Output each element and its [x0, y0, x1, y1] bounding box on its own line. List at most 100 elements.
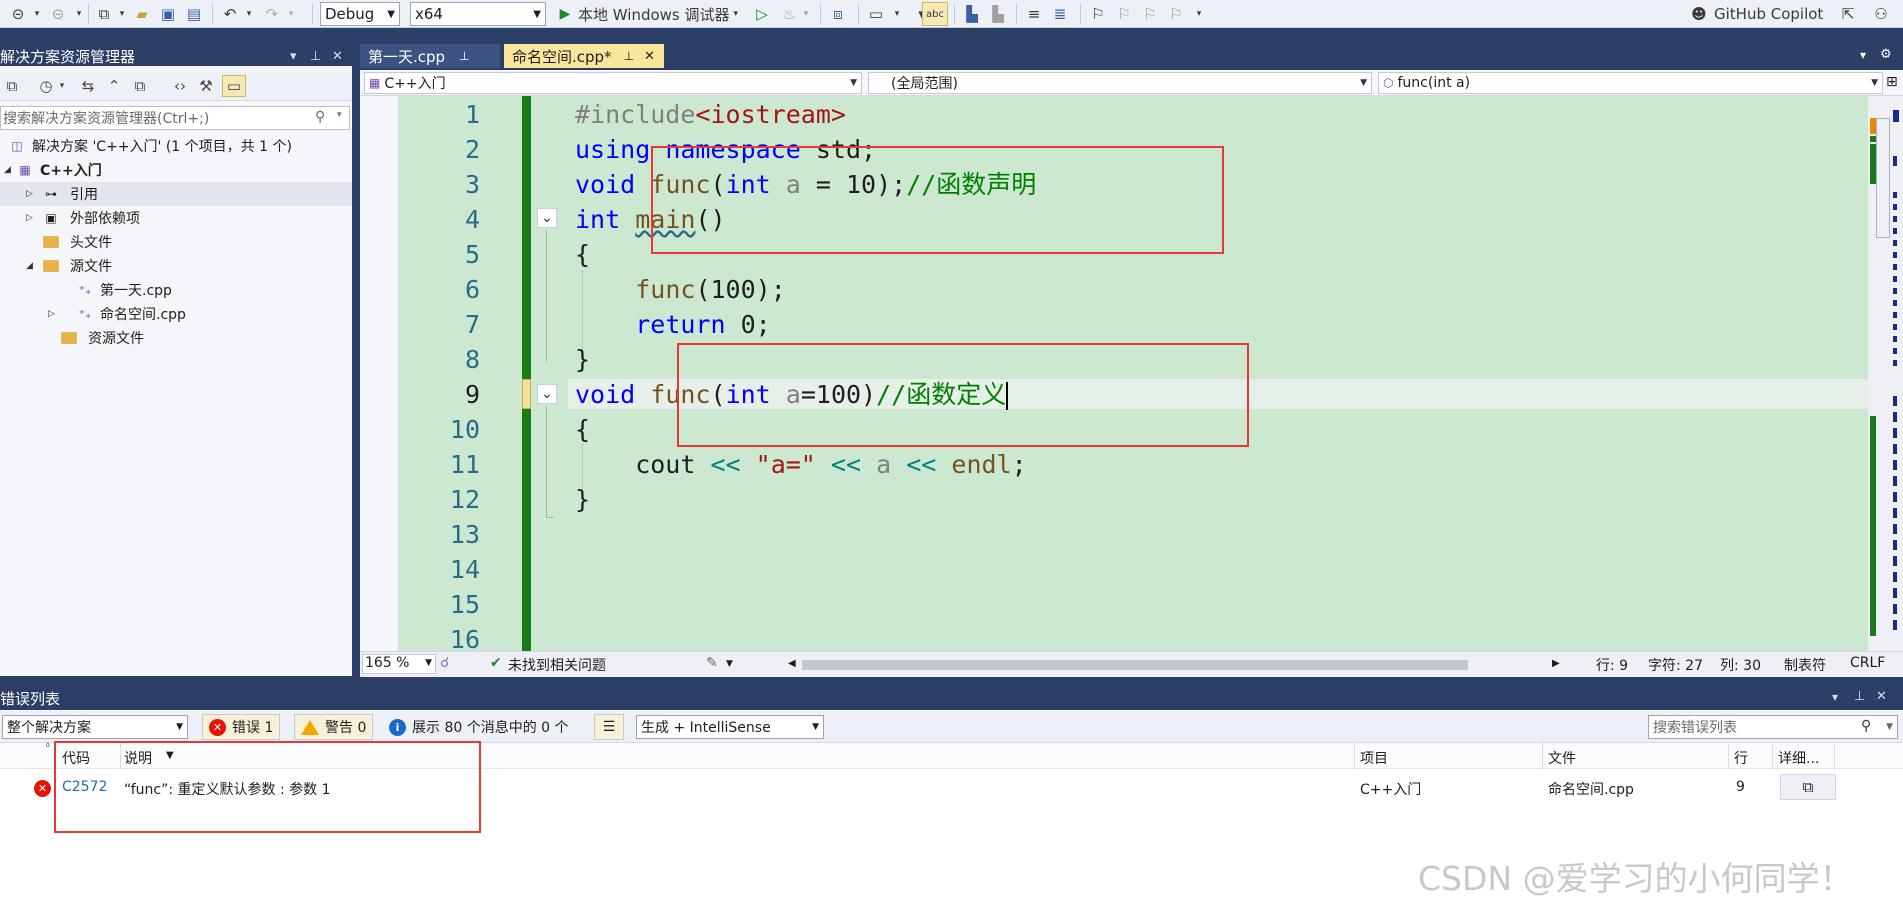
new-project-icon[interactable]: ⧉ [92, 2, 116, 26]
tree-item-headers[interactable]: 头文件 [38, 230, 112, 254]
build-filter-select[interactable]: 生成 + IntelliSense ▼ [636, 715, 824, 739]
member-select[interactable]: ⬡ func(int a) ▼ [1378, 72, 1883, 94]
step-over-icon[interactable]: ▙ [986, 2, 1010, 26]
collapsed-icon[interactable]: ▷ [26, 213, 38, 223]
warnings-filter-button[interactable]: 警告 0 [294, 714, 374, 740]
collapsed-icon[interactable]: ▷ [26, 189, 38, 199]
run-debugger-button[interactable]: 本地 Windows 调试器 ▾ [578, 2, 748, 26]
search-icon[interactable]: ⚲ [315, 109, 325, 125]
sync-view-icon[interactable]: ⧉ [2, 76, 22, 96]
code-view-icon[interactable]: ‹› [170, 76, 190, 96]
layout-icon[interactable]: ▭ [864, 2, 888, 26]
close-icon[interactable]: ✕ [1876, 689, 1887, 704]
open-folder-icon[interactable]: ▰ [130, 2, 154, 26]
redo-icon[interactable]: ↷ [260, 2, 284, 26]
zoom-select[interactable]: 165 % ▼ [362, 654, 436, 674]
line-endings[interactable]: CRLF [1850, 655, 1885, 671]
tree-item-project[interactable]: ◢ ▦ C++入门 [4, 158, 102, 182]
scope-filter-select[interactable]: 整个解决方案 ▼ [2, 715, 188, 739]
fold-toggle-icon[interactable]: ⌄ [537, 384, 557, 404]
tab-list-icon[interactable]: ▾ [1860, 48, 1866, 62]
scroll-left-icon[interactable]: ◀ [788, 658, 796, 669]
tree-item-resources[interactable]: 资源文件 [56, 326, 144, 350]
redo-dropdown-icon[interactable]: ▾ [284, 2, 298, 26]
tree-item-file-namespace[interactable]: ▷ ⁺₊ 命名空间.cpp [48, 302, 186, 326]
messages-filter-button[interactable]: i 展示 80 个消息中的 0 个 [382, 714, 576, 740]
undo-icon[interactable]: ↶ [218, 2, 242, 26]
pin-icon[interactable]: ⊥ [459, 49, 469, 63]
collapse-all-icon[interactable]: ⌃ [104, 76, 124, 96]
copilot-status-icon[interactable]: ☌ [440, 655, 449, 671]
back-dropdown-icon[interactable]: ▾ [30, 2, 44, 26]
comment-icon[interactable]: ≣ [1048, 2, 1072, 26]
cursor-line[interactable]: 行: 9 [1596, 655, 1628, 675]
start-without-debug-icon[interactable]: ▷ [752, 2, 772, 26]
cleanup-icon[interactable]: ✎ [706, 655, 718, 671]
solution-search-input[interactable]: 搜索解决方案资源管理器(Ctrl+;) ⚲ ▾ [0, 106, 350, 130]
forward-dropdown-icon[interactable]: ▾ [72, 2, 86, 26]
prev-bookmark-icon[interactable]: ⚐ [1112, 2, 1136, 26]
cursor-char[interactable]: 字符: 27 [1648, 655, 1703, 675]
column-details[interactable]: 详细... [1778, 748, 1819, 768]
vertical-scrollbar[interactable] [1868, 96, 1903, 651]
collapsed-icon[interactable]: ▷ [48, 309, 60, 319]
tree-item-file-day1[interactable]: ⁺₊ 第一天.cpp [76, 278, 172, 302]
sort-column-icon[interactable]: ⁰ [46, 743, 50, 753]
platform-select[interactable]: x64 ▼ [410, 2, 546, 26]
column-line[interactable]: 行 [1734, 748, 1748, 768]
pin-icon[interactable]: ⊥ [1854, 689, 1865, 704]
history-icon[interactable]: ◷ [36, 76, 56, 96]
issues-status[interactable]: 未找到相关问题 [508, 655, 606, 675]
tab-namespace-active[interactable]: 命名空间.cpp* ⊥ ✕ [504, 44, 664, 68]
browse-icon[interactable]: ⧈ [826, 2, 850, 26]
column-project[interactable]: 项目 [1360, 748, 1388, 768]
error-search-input[interactable]: 搜索错误列表 ⚲ ▼ [1648, 715, 1898, 739]
layout-dropdown-icon[interactable]: ▾ [890, 2, 904, 26]
config-select[interactable]: Debug ▼ [320, 2, 400, 26]
back-icon[interactable]: ⊝ [6, 2, 30, 26]
close-tab-icon[interactable]: ✕ [644, 49, 655, 64]
account-icon[interactable]: ⚇ [1866, 2, 1896, 26]
indent-icon[interactable]: ≡ [1022, 2, 1046, 26]
cursor-col[interactable]: 列: 30 [1720, 655, 1761, 675]
next-bookmark-icon[interactable]: ⚐ [1138, 2, 1162, 26]
step-icon[interactable]: ▙ [960, 2, 984, 26]
forward-icon[interactable]: ⊝ [46, 2, 70, 26]
horizontal-scroll-thumb[interactable] [802, 660, 1468, 670]
show-all-files-icon[interactable]: ⧉ [130, 76, 150, 96]
tree-item-references[interactable]: ▷ ⊶ 引用 [26, 182, 98, 206]
tree-item-external-deps[interactable]: ▷ ▣ 外部依赖项 [26, 206, 140, 230]
preview-icon[interactable]: ▭ [222, 75, 246, 97]
clear-bookmarks-icon[interactable]: ⚐ [1164, 2, 1188, 26]
tab-day1[interactable]: 第一天.cpp ⊥ [360, 44, 500, 68]
search-dropdown-icon[interactable]: ▾ [337, 110, 342, 120]
save-icon[interactable]: ▣ [156, 2, 180, 26]
history-dropdown-icon[interactable]: ▾ [56, 76, 68, 96]
details-icon[interactable]: ⧉ [1780, 774, 1836, 800]
filter-icon[interactable]: ☰ [594, 714, 624, 740]
hot-reload-icon[interactable]: ♨ [778, 2, 800, 26]
search-icon[interactable]: ⚲ [1861, 718, 1871, 734]
toolbar-overflow-icon[interactable]: ▾ [1192, 2, 1206, 26]
bookmark-icon[interactable]: ⚐ [1086, 2, 1110, 26]
errors-filter-button[interactable]: ✕ 错误 1 [202, 714, 281, 740]
indent-mode[interactable]: 制表符 [1784, 655, 1826, 675]
undo-dropdown-icon[interactable]: ▾ [242, 2, 256, 26]
expanded-icon[interactable]: ◢ [26, 261, 38, 271]
close-icon[interactable]: ✕ [332, 49, 343, 64]
new-project-dropdown-icon[interactable]: ▾ [116, 2, 128, 26]
project-select[interactable]: ▦ C++入门 ▼ [364, 72, 862, 94]
split-editor-icon[interactable]: ⊞ [1886, 74, 1898, 90]
cleanup-dropdown-icon[interactable]: ▼ [726, 659, 733, 669]
switch-icon[interactable]: ⇆ [78, 76, 98, 96]
scope-select[interactable]: (全局范围) ▼ [868, 72, 1372, 94]
tree-item-sources[interactable]: ◢ 源文件 [26, 254, 112, 278]
column-file[interactable]: 文件 [1548, 748, 1576, 768]
settings-icon[interactable]: ⚙ [1880, 47, 1892, 62]
share-icon[interactable]: ⇱ [1836, 2, 1860, 26]
fold-toggle-icon[interactable]: ⌄ [537, 208, 557, 228]
expanded-icon[interactable]: ◢ [4, 165, 16, 175]
tree-item-solution[interactable]: ◫ 解决方案 'C++入门' (1 个项目，共 1 个) [8, 134, 292, 158]
hot-reload-dropdown-icon[interactable]: ▾ [800, 2, 812, 26]
pin-icon[interactable]: ⊥ [310, 49, 321, 64]
